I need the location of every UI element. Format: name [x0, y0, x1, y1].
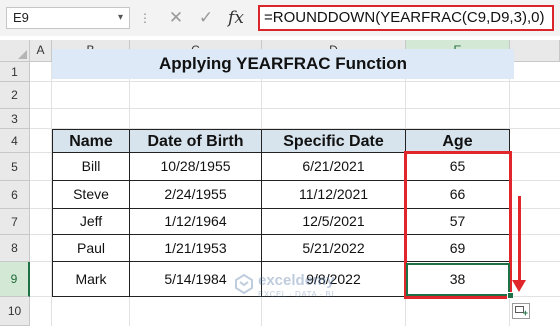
chevron-down-icon[interactable]: ▾ [118, 8, 123, 28]
cell-name[interactable]: Bill [52, 153, 130, 181]
row-header-5[interactable]: 5 [0, 153, 30, 181]
gridline [30, 81, 560, 82]
formula-buttons: ✕ ✓ fx [158, 7, 252, 29]
row-header-10[interactable]: 10 [0, 297, 30, 326]
cell-date-of-birth[interactable]: 2/24/1955 [130, 181, 262, 209]
select-all-icon [18, 50, 27, 59]
row-header-4[interactable]: 4 [0, 129, 30, 153]
fill-handle[interactable] [507, 292, 514, 299]
column-header-a[interactable]: A [30, 40, 52, 62]
cell-date-of-birth[interactable]: 1/12/1964 [130, 209, 262, 235]
cell-name[interactable]: Paul [52, 235, 130, 262]
row-header-9[interactable]: 9 [0, 262, 30, 297]
cell-specific-date[interactable]: 6/21/2021 [262, 153, 406, 181]
name-box-value: E9 [13, 10, 29, 25]
arrow-shaft [518, 196, 521, 282]
active-cell-e9[interactable] [406, 263, 510, 296]
watermark-subtitle: EXCEL · DATA · BI [258, 290, 334, 299]
header-date-of-birth[interactable]: Date of Birth [130, 129, 262, 153]
row-header-7[interactable]: 7 [0, 209, 30, 235]
header-specific-date[interactable]: Specific Date [262, 129, 406, 153]
plus-icon: + [522, 308, 528, 318]
exceldemy-logo-icon [235, 274, 253, 294]
cell-name[interactable]: Jeff [52, 209, 130, 235]
watermark: exceldemy EXCEL · DATA · BI [234, 270, 364, 304]
header-age[interactable]: Age [406, 129, 510, 153]
quick-analysis-button[interactable]: + [512, 303, 530, 319]
formula-input[interactable]: =ROUNDDOWN(YEARFRAC(C9,D9,3),0) [258, 5, 554, 31]
row-header-6[interactable]: 6 [0, 181, 30, 209]
gridline [30, 108, 560, 109]
header-name[interactable]: Name [52, 129, 130, 153]
cancel-icon[interactable]: ✕ [164, 7, 188, 29]
row-header-2[interactable]: 2 [0, 82, 30, 109]
watermark-title: exceldemy [258, 272, 335, 289]
cell-name[interactable]: Mark [52, 262, 130, 297]
cell-date-of-birth[interactable]: 10/28/1955 [130, 153, 262, 181]
column-header-f[interactable] [510, 40, 560, 62]
cell-specific-date[interactable]: 5/21/2022 [262, 235, 406, 262]
down-arrow-icon [512, 280, 526, 292]
sheet-title: Applying YEARFRAC Function [158, 54, 408, 73]
enter-icon[interactable]: ✓ [194, 7, 218, 29]
row-header-3[interactable]: 3 [0, 109, 30, 129]
row-header-1[interactable]: 1 [0, 62, 30, 82]
more-icon[interactable]: ⋮ [138, 7, 152, 29]
cell-name[interactable]: Steve [52, 181, 130, 209]
select-all-button[interactable] [0, 40, 30, 62]
cell-specific-date[interactable]: 12/5/2021 [262, 209, 406, 235]
name-box[interactable]: E9 ▾ [6, 7, 130, 29]
formula-bar: E9 ▾ ⋮ ✕ ✓ fx =ROUNDDOWN(YEARFRAC(C9,D9,… [0, 0, 560, 36]
cell-date-of-birth[interactable]: 1/21/1953 [130, 235, 262, 262]
cell-specific-date[interactable]: 11/12/2021 [262, 181, 406, 209]
row-header-8[interactable]: 8 [0, 235, 30, 262]
insert-function-icon[interactable]: fx [224, 7, 248, 29]
